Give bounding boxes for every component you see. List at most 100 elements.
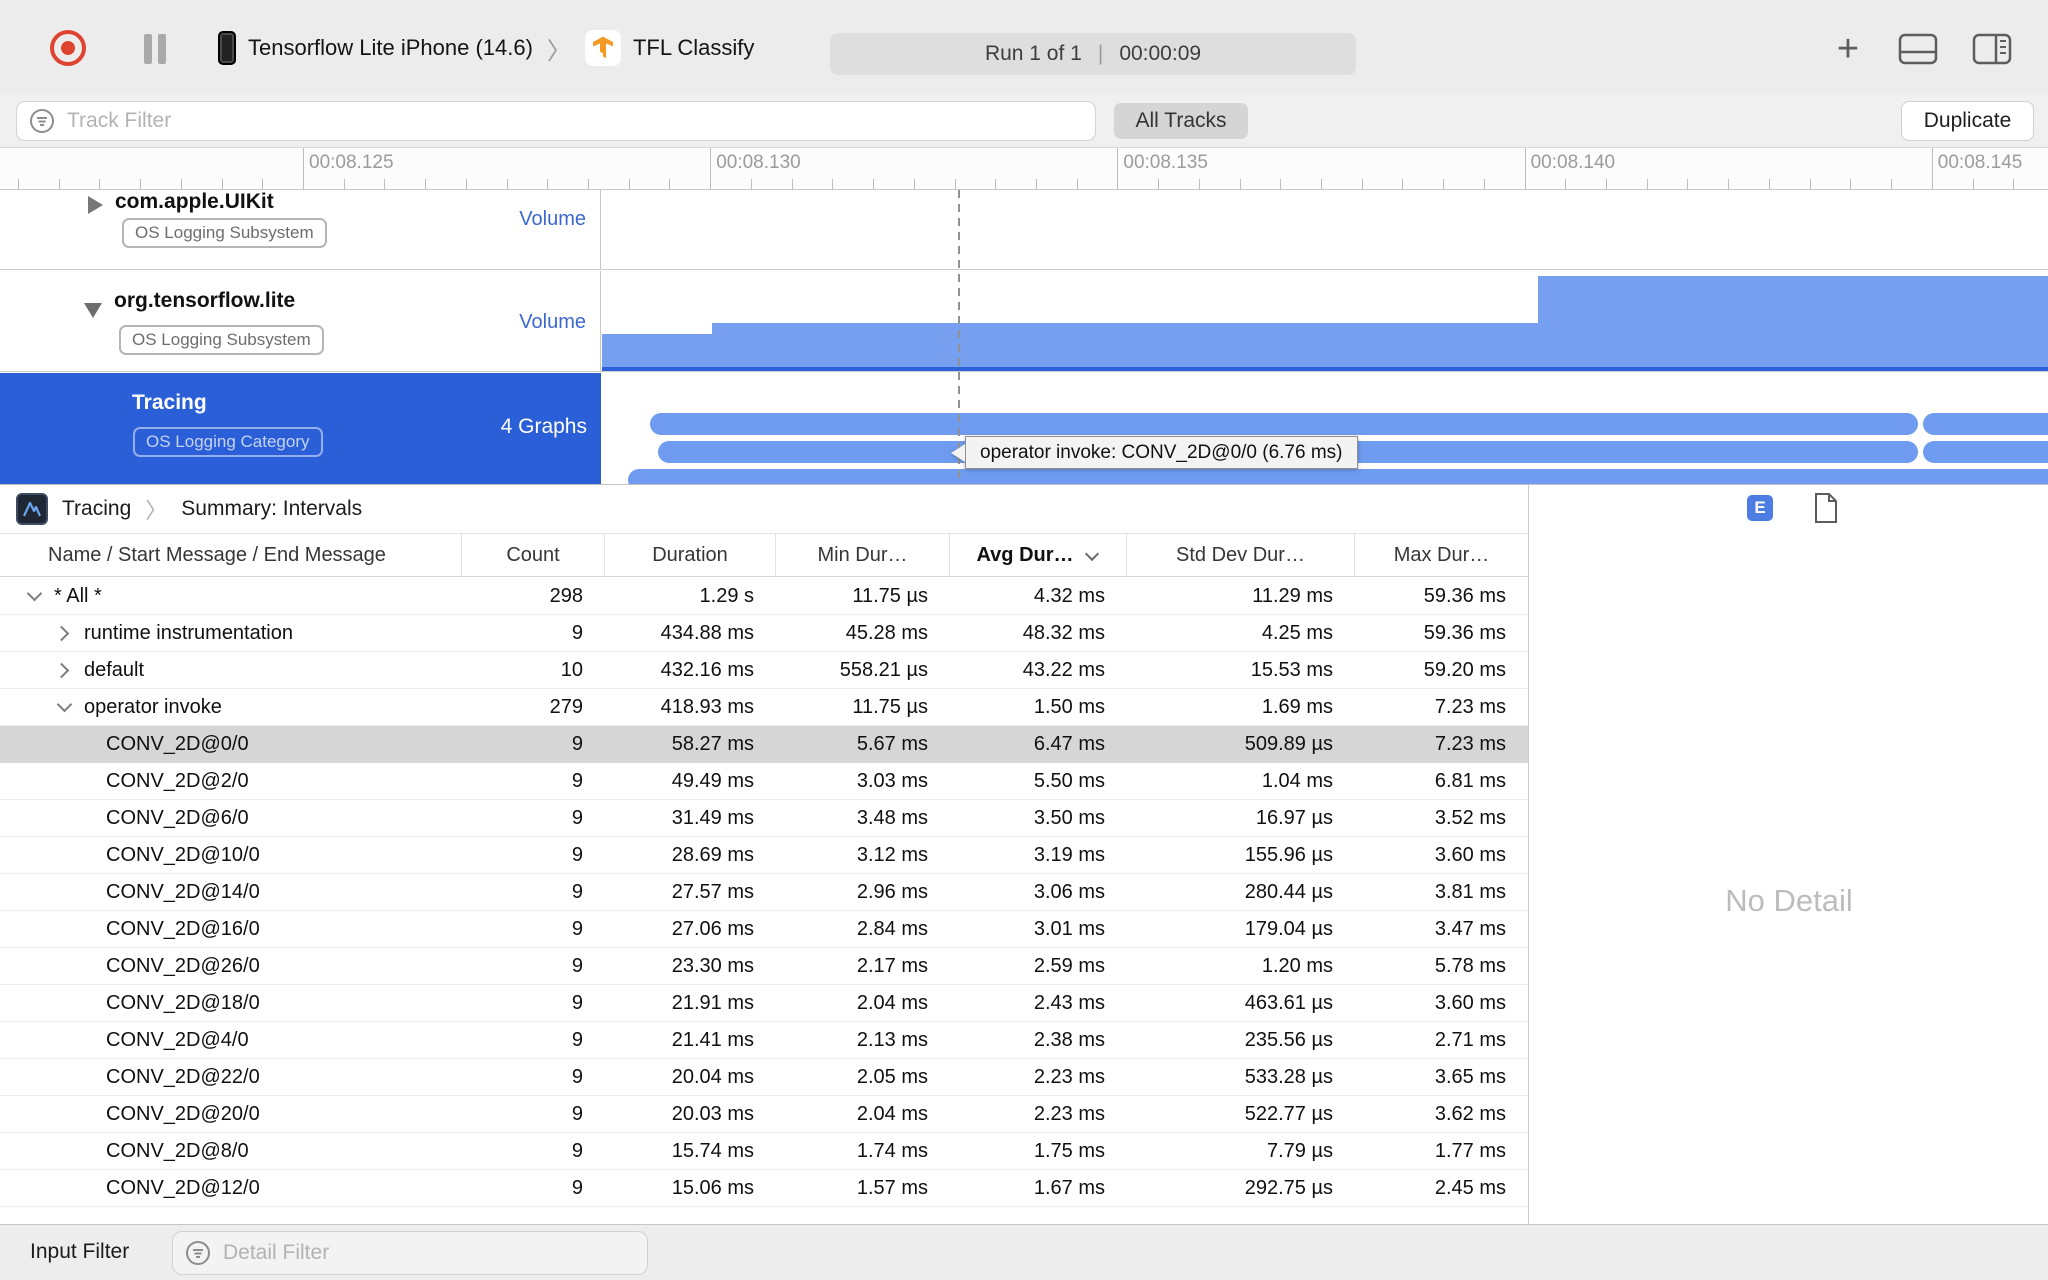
- ruler-tick-minor: [1158, 179, 1160, 189]
- row-duration: 434.88 ms: [660, 621, 754, 644]
- disclosure-right-icon[interactable]: [88, 196, 103, 214]
- breadcrumb-root[interactable]: Tracing: [62, 497, 131, 521]
- pause-button[interactable]: [142, 34, 168, 64]
- toggle-bottom-pane-button[interactable]: [1898, 32, 1938, 66]
- column-header-min-duration[interactable]: Min Dur…: [776, 534, 950, 576]
- row-duration: 23.30 ms: [671, 954, 754, 977]
- row-name: CONV_2D@20/0: [106, 1102, 260, 1125]
- table-row[interactable]: CONV_2D@6/0 9 31.49 ms 3.48 ms 3.50 ms 1…: [0, 800, 1528, 837]
- row-stddev-duration: 1.04 ms: [1261, 769, 1333, 792]
- table-row[interactable]: CONV_2D@10/0 9 28.69 ms 3.12 ms 3.19 ms …: [0, 837, 1528, 874]
- row-max-duration: 59.20 ms: [1423, 658, 1506, 681]
- row-max-duration: 3.65 ms: [1434, 1065, 1506, 1088]
- row-min-duration: 3.03 ms: [856, 769, 928, 792]
- row-disclosure-icon[interactable]: [54, 660, 74, 680]
- track-row-uikit[interactable]: com.apple.UIKit OS Logging Subsystem Vol…: [0, 190, 2048, 270]
- row-max-duration: 3.62 ms: [1434, 1102, 1506, 1125]
- row-max-duration: 59.36 ms: [1423, 584, 1506, 607]
- row-max-duration: 2.71 ms: [1434, 1028, 1506, 1051]
- tooltip-arrow-icon: [951, 443, 965, 462]
- row-max-duration: 3.60 ms: [1434, 991, 1506, 1014]
- row-min-duration: 1.57 ms: [856, 1176, 928, 1199]
- row-disclosure-icon[interactable]: [54, 697, 74, 717]
- column-header-count[interactable]: Count: [462, 534, 605, 576]
- row-disclosure-icon[interactable]: [24, 586, 44, 606]
- chevron-separator-icon: 〉: [145, 498, 168, 523]
- table-row[interactable]: CONV_2D@18/0 9 21.91 ms 2.04 ms 2.43 ms …: [0, 985, 1528, 1022]
- column-header-avg-duration[interactable]: Avg Dur…: [950, 534, 1127, 576]
- record-button[interactable]: [50, 30, 86, 66]
- track-content-uikit[interactable]: [602, 190, 2048, 269]
- row-name: CONV_2D@4/0: [106, 1028, 249, 1051]
- table-row[interactable]: CONV_2D@2/0 9 49.49 ms 3.03 ms 5.50 ms 1…: [0, 763, 1528, 800]
- ruler-tick-major: [710, 148, 712, 189]
- table-row[interactable]: CONV_2D@4/0 9 21.41 ms 2.13 ms 2.38 ms 2…: [0, 1022, 1528, 1059]
- table-row[interactable]: operator invoke 279 418.93 ms 11.75 µs 1…: [0, 689, 1528, 726]
- table-row[interactable]: CONV_2D@26/0 9 23.30 ms 2.17 ms 2.59 ms …: [0, 948, 1528, 985]
- detail-filter-input[interactable]: Detail Filter: [172, 1231, 648, 1275]
- row-duration: 28.69 ms: [671, 843, 754, 866]
- table-row[interactable]: * All * 298 1.29 s 11.75 µs 4.32 ms 11.2…: [0, 578, 1528, 615]
- time-ruler[interactable]: 00:08.125 00:08.130 00:08.135 00:08.140 00:0…: [0, 148, 2048, 190]
- row-avg-duration: 2.23 ms: [1033, 1065, 1105, 1088]
- row-name: CONV_2D@2/0: [106, 769, 249, 792]
- track-row-tensorflow[interactable]: org.tensorflow.lite OS Logging Subsystem…: [0, 271, 2048, 372]
- ruler-tick-minor: [832, 179, 834, 189]
- toggle-right-panel-button[interactable]: [1972, 32, 2012, 66]
- row-duration: 432.16 ms: [660, 658, 754, 681]
- row-duration: 418.93 ms: [660, 695, 754, 718]
- table-header: Name / Start Message / End Message Count…: [0, 533, 1528, 577]
- row-avg-duration: 6.47 ms: [1033, 732, 1105, 755]
- row-count: 9: [571, 880, 583, 903]
- duplicate-button[interactable]: Duplicate: [1901, 101, 2034, 141]
- table-row[interactable]: CONV_2D@8/0 9 15.74 ms 1.74 ms 1.75 ms 7…: [0, 1133, 1528, 1170]
- row-max-duration: 59.36 ms: [1423, 621, 1506, 644]
- column-header-label: Avg Dur…: [976, 543, 1074, 566]
- row-max-duration: 1.77 ms: [1434, 1139, 1506, 1162]
- table-row[interactable]: CONV_2D@16/0 9 27.06 ms 2.84 ms 3.01 ms …: [0, 911, 1528, 948]
- ruler-tick-major: [1931, 148, 1933, 189]
- document-icon-button[interactable]: [1813, 492, 1839, 529]
- row-name: CONV_2D@22/0: [106, 1065, 260, 1088]
- table-row[interactable]: CONV_2D@14/0 9 27.57 ms 2.96 ms 3.06 ms …: [0, 874, 1528, 911]
- table-row[interactable]: CONV_2D@12/0 9 15.06 ms 1.57 ms 1.67 ms …: [0, 1170, 1528, 1207]
- volume-area-segment: [712, 323, 1538, 371]
- row-count: 9: [571, 1139, 583, 1162]
- disclosure-down-icon[interactable]: [84, 303, 102, 318]
- target-selector[interactable]: Tensorflow Lite iPhone (14.6) 〉 TFL Clas…: [218, 28, 754, 68]
- row-duration: 1.29 s: [699, 584, 754, 607]
- instrument-icon: [16, 493, 48, 525]
- track-filter-input[interactable]: Track Filter: [16, 101, 1096, 141]
- ruler-tick-minor: [1687, 179, 1689, 189]
- toolbar: Tensorflow Lite iPhone (14.6) 〉 TFL Clas…: [0, 0, 2048, 94]
- ruler-tick-minor: [1402, 179, 1404, 189]
- breadcrumb-page[interactable]: Summary: Intervals: [181, 497, 362, 521]
- track-header-tracing[interactable]: Tracing OS Logging Category 4 Graphs: [0, 373, 601, 484]
- column-header-duration[interactable]: Duration: [605, 534, 776, 576]
- column-header-stddev-duration[interactable]: Std Dev Dur…: [1127, 534, 1355, 576]
- row-disclosure-icon[interactable]: [54, 623, 74, 643]
- app-name: TFL Classify: [632, 35, 755, 60]
- ruler-tick-major: [1117, 148, 1119, 189]
- table-row[interactable]: CONV_2D@20/0 9 20.03 ms 2.04 ms 2.23 ms …: [0, 1096, 1528, 1133]
- row-max-duration: 3.81 ms: [1434, 880, 1506, 903]
- row-avg-duration: 2.23 ms: [1033, 1102, 1105, 1125]
- track-content-volume-chart[interactable]: [602, 271, 2048, 371]
- column-header-max-duration[interactable]: Max Dur…: [1355, 534, 1528, 576]
- table-row[interactable]: default 10 432.16 ms 558.21 µs 43.22 ms …: [0, 652, 1528, 689]
- table-row[interactable]: CONV_2D@0/0 9 58.27 ms 5.67 ms 6.47 ms 5…: [0, 726, 1528, 763]
- ruler-tick-label: 00:08.145: [1937, 152, 2023, 173]
- ruler-tick-minor: [954, 179, 956, 189]
- track-header-tensorflow[interactable]: org.tensorflow.lite OS Logging Subsystem…: [0, 271, 601, 371]
- row-count: 9: [571, 843, 583, 866]
- all-tracks-button[interactable]: All Tracks: [1114, 103, 1248, 139]
- table-row[interactable]: runtime instrumentation 9 434.88 ms 45.2…: [0, 615, 1528, 652]
- volume-area-segment: [602, 334, 712, 371]
- ruler-tick-label: 00:08.125: [309, 152, 394, 173]
- column-header-name[interactable]: Name / Start Message / End Message: [0, 534, 462, 576]
- add-instrument-button[interactable]: +: [1830, 28, 1866, 70]
- row-stddev-duration: 4.25 ms: [1261, 621, 1333, 644]
- extended-detail-button[interactable]: E: [1747, 495, 1773, 521]
- track-header-uikit[interactable]: com.apple.UIKit OS Logging Subsystem Vol…: [0, 190, 601, 269]
- table-row[interactable]: CONV_2D@22/0 9 20.04 ms 2.05 ms 2.23 ms …: [0, 1059, 1528, 1096]
